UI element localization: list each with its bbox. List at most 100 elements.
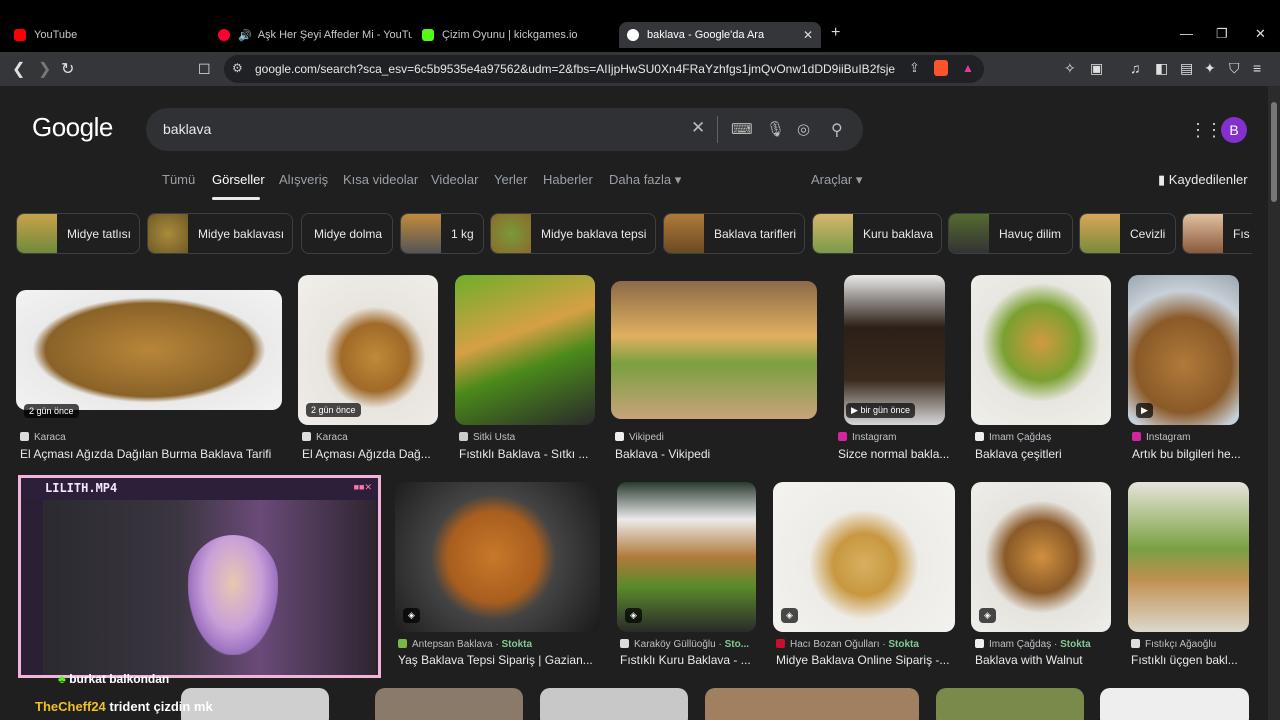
result-image[interactable]: ◈ — [971, 482, 1111, 632]
tools-button[interactable]: Araçlar ▾ — [811, 172, 862, 188]
wallet-icon[interactable]: ▤ — [1180, 60, 1193, 77]
result-image[interactable] — [455, 275, 595, 425]
result-source[interactable]: Fıstıkçı Ağaoğlu — [1131, 639, 1251, 650]
result-title[interactable]: Yaş Baklava Tepsi Sipariş | Gazian... — [398, 653, 603, 667]
share-icon[interactable]: ⇪ — [909, 60, 920, 76]
forward-arrow-icon[interactable]: ❯ — [38, 59, 51, 79]
tab-more[interactable]: Daha fazla ▾ — [609, 172, 681, 188]
search-box[interactable]: baklava ✕ ⌨ 🎙 ◎ ⚲ — [146, 108, 863, 151]
close-icon[interactable]: ✕ — [803, 28, 813, 42]
result-source[interactable]: Vikipedi — [615, 432, 815, 443]
tab-short-videos[interactable]: Kısa videolar — [343, 172, 418, 187]
back-arrow-icon[interactable]: ❮ — [12, 59, 25, 79]
tab-places[interactable]: Yerler — [494, 172, 527, 187]
chip[interactable]: Kuru baklava — [812, 213, 942, 254]
restore-button[interactable]: ❐ — [1216, 26, 1228, 42]
result-image[interactable] — [1100, 688, 1249, 720]
result-title[interactable]: Baklava çeşitleri — [975, 447, 1111, 461]
result-image[interactable] — [375, 688, 523, 720]
scrollbar[interactable] — [1268, 86, 1280, 720]
result-image[interactable]: ◈ — [773, 482, 955, 632]
chip[interactable]: Cevizli — [1079, 213, 1176, 254]
tab-videos[interactable]: Videolar — [431, 172, 478, 187]
scrollbar-thumb[interactable] — [1271, 102, 1277, 202]
google-logo[interactable]: Google — [32, 112, 113, 143]
microphone-icon[interactable]: 🎙 — [766, 120, 785, 138]
search-input[interactable]: baklava — [163, 121, 211, 137]
keyboard-icon[interactable]: ⌨ — [731, 120, 753, 138]
result-title[interactable]: Sizce normal bakla... — [838, 447, 954, 461]
search-icon[interactable]: ⚲ — [831, 120, 843, 140]
chip[interactable]: Havuç dilim — [948, 213, 1073, 254]
tab-images[interactable]: Görseller — [212, 172, 265, 187]
result-title[interactable]: El Açması Ağızda Dağılan Burma Baklava T… — [20, 447, 282, 461]
brave-shield-icon[interactable] — [934, 60, 948, 76]
result-source[interactable]: Karaca — [20, 432, 280, 443]
result-source[interactable]: İmam Çağdaş · Stokta — [975, 639, 1115, 650]
result-source[interactable]: İmam Çağdaş — [975, 432, 1111, 443]
result-source[interactable]: Karaköy Güllüoğlu · Sto... — [620, 639, 756, 650]
brave-rewards-icon[interactable]: ▲ — [962, 61, 974, 75]
new-tab-button[interactable]: + — [831, 24, 840, 42]
result-source[interactable]: Karaca — [302, 432, 438, 443]
result-image[interactable] — [936, 688, 1084, 720]
chip[interactable]: Baklava tarifleri — [663, 213, 805, 254]
avatar[interactable]: B — [1221, 117, 1247, 143]
reload-icon[interactable]: ↻ — [61, 59, 74, 79]
chip-thumbnail — [813, 214, 853, 253]
result-title[interactable]: Fıstıklı üçgen bakl... — [1131, 653, 1249, 667]
saved-button[interactable]: ▮ Kaydedilenler — [1158, 172, 1248, 188]
lens-camera-icon[interactable]: ◎ — [797, 120, 810, 138]
leo-ai-icon[interactable]: ✦ — [1204, 60, 1216, 77]
chip[interactable]: Midye baklavası — [147, 213, 293, 254]
result-image[interactable]: ▶ bir gün önce — [844, 275, 945, 425]
tab-youtube[interactable]: YouTube — [6, 22, 206, 48]
chip[interactable]: Midye baklava tepsi — [490, 213, 656, 254]
result-image[interactable] — [540, 688, 688, 720]
result-source[interactable]: Antepsan Baklava · Stokta — [398, 639, 603, 650]
tab-news[interactable]: Haberler — [543, 172, 593, 187]
result-source[interactable]: Hacı Bozan Oğulları · Stokta — [776, 639, 958, 650]
result-title[interactable]: Artık bu bilgileri he... — [1132, 447, 1244, 461]
clear-icon[interactable]: ✕ — [691, 118, 705, 138]
result-source[interactable]: Instagram — [838, 432, 954, 443]
window-close-button[interactable]: ✕ — [1255, 26, 1266, 42]
result-image[interactable] — [705, 688, 919, 720]
vpn-shield-icon[interactable]: ⛉ — [1229, 60, 1240, 77]
chip-thumbnail — [491, 214, 531, 253]
result-source[interactable]: Instagram — [1132, 432, 1244, 443]
result-title[interactable]: El Açması Ağızda Dağ... — [302, 447, 438, 461]
chip[interactable]: 1 kg — [400, 213, 484, 254]
tab-kickgames[interactable]: Çizim Oyunu | kickgames.io — [416, 22, 616, 48]
tab-all[interactable]: Tümü — [162, 172, 195, 187]
chip[interactable]: Midye dolma — [301, 213, 393, 254]
result-image[interactable]: ◈ — [395, 482, 600, 632]
result-source[interactable]: Sitki Usta — [459, 432, 595, 443]
result-title[interactable]: Midye Baklava Online Sipariş -... — [776, 653, 956, 667]
bookmark-icon[interactable]: ☐ — [198, 61, 211, 78]
result-image[interactable]: ◈ — [617, 482, 756, 632]
result-image[interactable] — [1128, 482, 1249, 632]
chip[interactable]: Midye tatlısı — [16, 213, 140, 254]
result-image[interactable] — [971, 275, 1111, 425]
site-info-icon[interactable]: ⚙ — [232, 61, 243, 75]
menu-icon[interactable]: ≡ — [1253, 60, 1261, 76]
screenshot-icon[interactable]: ▣ — [1090, 60, 1103, 77]
result-image[interactable]: 2 gün önce — [298, 275, 438, 425]
price-tag-icon: ◈ — [979, 608, 996, 623]
tab-google-search[interactable]: baklava - Google'da Ara ✕ — [619, 22, 821, 48]
extensions-icon[interactable]: ✧ — [1064, 60, 1076, 77]
result-title[interactable]: Fıstıklı Baklava - Sıtkı ... — [459, 447, 595, 461]
result-image[interactable] — [611, 281, 817, 419]
sidebar-icon[interactable]: ◧ — [1155, 60, 1168, 77]
minimize-button[interactable]: — — [1180, 26, 1193, 41]
chip[interactable]: Fıs — [1182, 213, 1252, 254]
result-title[interactable]: Baklava with Walnut — [975, 653, 1111, 667]
result-title[interactable]: Baklava - Vikipedi — [615, 447, 815, 461]
music-icon[interactable]: ♫ — [1130, 60, 1141, 76]
result-image[interactable]: 2 gün önce — [16, 290, 282, 418]
tab-shopping[interactable]: Alışveriş — [279, 172, 328, 187]
tab-music[interactable]: 🔊 Aşk Her Şeyi Affeder Mi - YouTub — [212, 22, 412, 48]
result-image[interactable]: ▶ — [1128, 275, 1239, 425]
result-title[interactable]: Fıstıklı Kuru Baklava - ... — [620, 653, 756, 667]
